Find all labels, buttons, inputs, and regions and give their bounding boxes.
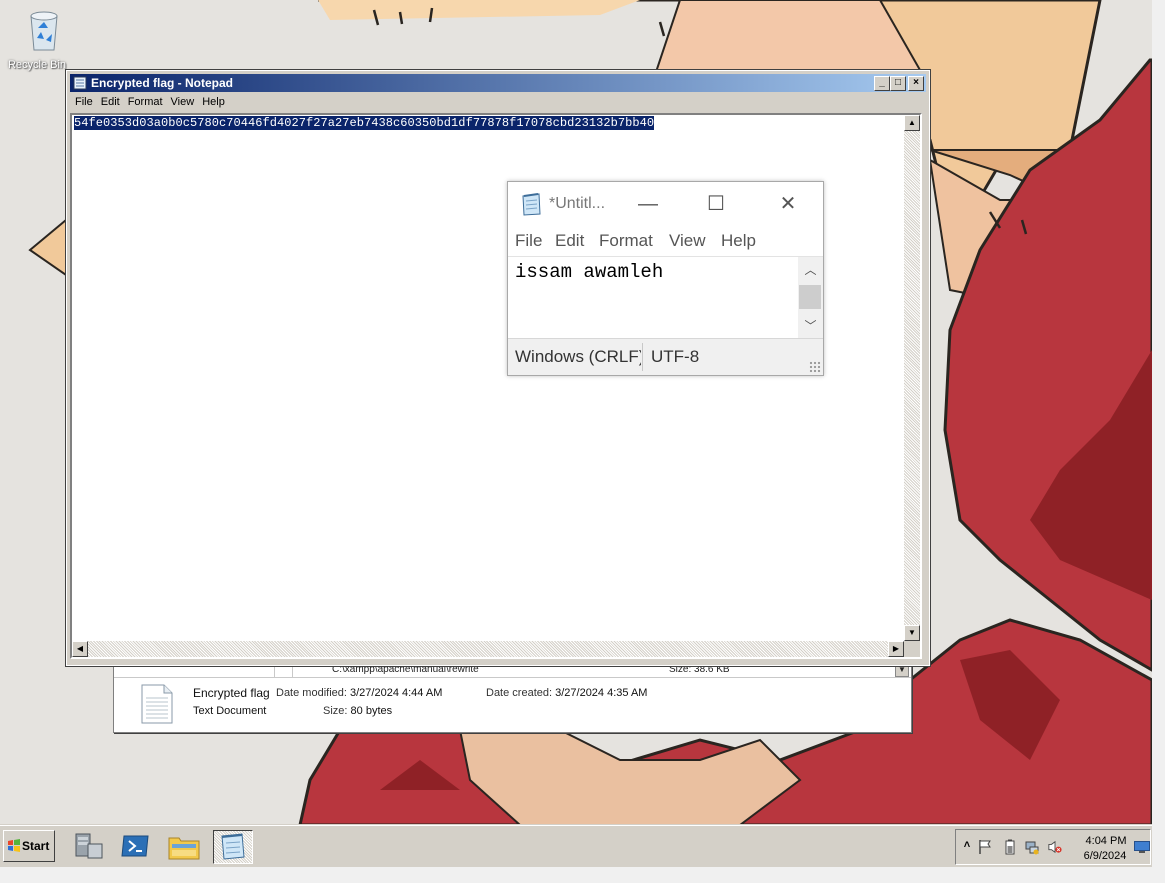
maximize-button[interactable]: ☐	[696, 190, 736, 218]
notepad-icon	[522, 193, 541, 216]
minimize-button[interactable]: _	[874, 76, 890, 91]
details-date-created: Date created: 3/27/2024 4:35 AM	[486, 687, 648, 699]
details-file-name: Encrypted flag	[193, 686, 270, 700]
details-size: Size: 80 bytes	[323, 705, 393, 717]
clock-date[interactable]: 6/9/2024	[1077, 850, 1133, 862]
menu-view[interactable]: View	[669, 231, 706, 251]
recycle-bin[interactable]: Recycle Bin	[6, 8, 68, 71]
menu-file[interactable]: File	[70, 94, 97, 110]
scroll-right-button[interactable]: ▶	[888, 641, 904, 657]
network-icon[interactable]	[1025, 839, 1039, 855]
maximize-button[interactable]: □	[890, 76, 906, 91]
battery-icon[interactable]	[1003, 839, 1017, 855]
chevron-up-icon[interactable]: ︿	[798, 261, 823, 281]
explorer-window[interactable]: C:\xampp\apache\manual\rewrite Size: 38.…	[113, 662, 912, 733]
text-document-icon	[141, 684, 173, 724]
menu-bar: File Edit Format View Help	[70, 94, 926, 112]
menu-format[interactable]: Format	[599, 231, 653, 251]
text-editor[interactable]: issam awamleh ︿ ﹀	[508, 256, 823, 339]
status-bar: Windows (CRLF) UTF-8	[508, 338, 823, 375]
scrollbar-corner	[904, 641, 920, 657]
server-manager-button[interactable]	[70, 830, 108, 862]
start-label: Start	[22, 839, 50, 853]
window-title: Encrypted flag - Notepad	[91, 76, 234, 90]
editor-text[interactable]: issam awamleh	[515, 261, 663, 283]
menu-edit[interactable]: Edit	[97, 94, 124, 110]
screen-edge	[0, 867, 1165, 883]
menu-file[interactable]: File	[515, 231, 542, 251]
encoding-status: UTF-8	[651, 347, 700, 366]
title-bar[interactable]: Encrypted flag - Notepad _ □ ×	[70, 74, 926, 92]
vertical-scrollbar[interactable]: ︿ ﹀	[798, 257, 823, 339]
show-hidden-icons-chevron[interactable]: ˄	[960, 839, 974, 855]
menu-format[interactable]: Format	[124, 94, 167, 110]
windows-logo-icon	[8, 839, 20, 852]
status-divider	[642, 343, 643, 371]
details-date-modified: Date modified: 3/27/2024 4:44 AM	[276, 687, 443, 699]
untitled-notepad-window[interactable]: *Untitl... — ☐ ✕ File Edit Format View H…	[507, 181, 824, 376]
desktop: Recycle Bin C:\xampp\apache\manual\rewri…	[0, 0, 1165, 825]
window-title: *Untitl...	[549, 195, 606, 212]
resize-grip-icon[interactable]	[809, 361, 821, 373]
menu-view[interactable]: View	[167, 94, 199, 110]
system-tray: ˄ 4:04 PM 6/9/2024	[955, 829, 1151, 865]
details-file-type: Text Document	[193, 705, 267, 717]
clock-time[interactable]: 4:04 PM	[1080, 835, 1132, 847]
scrollbar-thumb[interactable]	[799, 285, 821, 309]
powershell-icon	[121, 835, 149, 857]
screen-edge	[1152, 0, 1165, 867]
server-manager-icon	[75, 833, 103, 859]
scroll-left-button[interactable]: ◀	[72, 641, 88, 657]
horizontal-scrollbar[interactable]: ◀ ▶	[72, 641, 904, 657]
recycle-bin-label: Recycle Bin	[7, 59, 67, 71]
close-button[interactable]: ×	[908, 76, 924, 91]
menu-edit[interactable]: Edit	[555, 231, 584, 251]
taskbar: Start ˄ 4:04 PM 6/9/2024	[0, 825, 1152, 868]
menu-help[interactable]: Help	[721, 231, 756, 251]
close-button[interactable]: ✕	[768, 190, 808, 218]
scroll-up-button[interactable]: ▲	[904, 115, 920, 131]
menu-help[interactable]: Help	[198, 94, 229, 110]
start-button[interactable]: Start	[3, 830, 55, 862]
action-center-flag-icon[interactable]	[978, 839, 992, 855]
details-pane: Encrypted flag Text Document Date modifi…	[114, 679, 911, 732]
file-explorer-icon	[168, 837, 200, 860]
show-desktop-icon[interactable]	[1134, 841, 1150, 854]
scroll-down-button[interactable]: ▼	[904, 625, 920, 641]
volume-muted-icon[interactable]	[1048, 839, 1062, 855]
selected-text[interactable]: 54fe0353d03a0b0c5780c70446fd4027f27a27eb…	[74, 116, 655, 130]
chevron-down-icon[interactable]: ﹀	[798, 317, 823, 337]
file-explorer-button[interactable]	[166, 830, 204, 862]
notepad-icon	[73, 76, 87, 90]
notepad-icon	[221, 833, 245, 860]
minimize-button[interactable]: —	[628, 190, 668, 218]
notepad-taskbar-button[interactable]	[213, 830, 253, 864]
menu-bar: File Edit Format View Help	[508, 228, 823, 256]
title-bar[interactable]: *Untitl... — ☐ ✕	[508, 182, 823, 226]
line-ending-status: Windows (CRLF)	[515, 347, 641, 366]
recycle-bin-icon	[29, 11, 58, 51]
powershell-button[interactable]	[118, 830, 156, 862]
vertical-scrollbar[interactable]: ▲ ▼	[904, 115, 920, 641]
